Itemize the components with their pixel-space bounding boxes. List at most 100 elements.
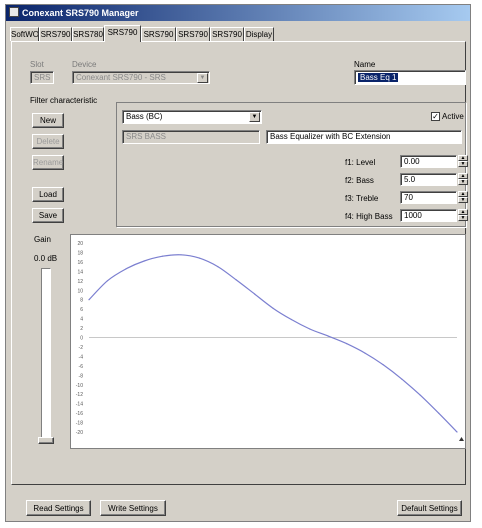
response-point — [290, 318, 292, 321]
tab-srs790-a[interactable]: SRS790 — [39, 27, 72, 41]
y-tick-label: -12 — [76, 392, 83, 398]
slot-label: Slot — [30, 60, 44, 69]
y-tick-label: 14 — [77, 269, 83, 275]
name-value: Bass Eq 1 — [358, 73, 399, 82]
tab-panel: Slot SRS Device Conexant SRS790 - SRS ▼ … — [11, 41, 468, 516]
tab-softwow[interactable]: SoftWOW — [10, 27, 39, 41]
y-tick-label: 8 — [80, 298, 83, 304]
response-point — [180, 254, 182, 256]
y-tick-label: -16 — [76, 411, 83, 417]
response-point — [401, 378, 403, 380]
load-button[interactable]: Load — [32, 187, 64, 202]
code-field: SRS BASS — [122, 130, 260, 144]
gain-slider-track[interactable] — [41, 268, 51, 443]
description-input[interactable]: Bass Equalizer with BC Extension — [266, 130, 462, 144]
response-point — [125, 268, 127, 270]
y-tick-label: -4 — [79, 354, 84, 360]
y-tick-label: 16 — [77, 260, 83, 266]
treble-stepper[interactable]: ▲ ▼ — [458, 191, 468, 204]
response-point — [419, 394, 421, 396]
read-settings-button[interactable]: Read Settings — [26, 500, 91, 516]
level-stepper[interactable]: ▲ ▼ — [458, 155, 468, 168]
param-label-level: f1: Level — [345, 158, 376, 167]
y-tick-label: -14 — [76, 402, 83, 408]
y-tick-label: -6 — [79, 364, 84, 370]
chevron-down-icon: ▼ — [197, 73, 208, 83]
name-label: Name — [354, 60, 376, 69]
param-label-bass: f2: Bass — [345, 176, 374, 185]
active-checkbox[interactable]: ✓ — [431, 112, 440, 121]
filter-type-select[interactable]: Bass (BC) ▼ — [122, 110, 262, 124]
param-label-treble: f3: Treble — [345, 194, 379, 203]
app-icon — [9, 7, 19, 17]
response-curve-series-0 — [88, 254, 458, 433]
param-input-level[interactable]: 0.00 — [400, 155, 457, 168]
response-point — [162, 255, 164, 257]
save-button[interactable]: Save — [32, 208, 64, 223]
title-bar[interactable]: Conexant SRS790 Manager — [6, 5, 470, 21]
tab-srs790-active[interactable]: SRS790 — [104, 25, 141, 42]
write-settings-button[interactable]: Write Settings — [100, 500, 166, 516]
y-tick-label: 6 — [80, 307, 83, 313]
gain-label: Gain — [34, 235, 51, 244]
y-tick-label: 4 — [80, 317, 83, 323]
response-point — [456, 431, 458, 433]
device-label: Device — [72, 60, 97, 69]
response-point — [198, 257, 200, 259]
chevron-down-icon[interactable]: ▼ — [249, 112, 260, 122]
response-point — [235, 279, 237, 281]
device-select: Conexant SRS790 - SRS ▼ — [72, 71, 210, 84]
response-point — [254, 293, 256, 295]
default-settings-button[interactable]: Default Settings — [397, 500, 462, 516]
response-point — [217, 266, 219, 268]
response-point — [309, 328, 311, 330]
response-point — [143, 260, 145, 262]
y-tick-label: 10 — [77, 288, 83, 294]
window-title: Conexant SRS790 Manager — [22, 8, 139, 18]
slot-field: SRS — [30, 71, 54, 84]
response-point — [88, 299, 90, 301]
tab-srs780[interactable]: SRS780 — [72, 27, 104, 41]
spin-down-icon[interactable]: ▼ — [458, 197, 468, 203]
tab-srs790-d[interactable]: SRS790 — [210, 27, 244, 41]
y-tick-label: -20 — [76, 430, 83, 436]
response-point — [382, 364, 384, 366]
tab-display[interactable]: Display — [244, 27, 274, 41]
spin-down-icon[interactable]: ▼ — [458, 215, 468, 221]
name-input[interactable]: Bass Eq 1 — [354, 70, 466, 85]
rename-button[interactable]: Rename — [32, 155, 64, 170]
tab-srs790-c[interactable]: SRS790 — [176, 27, 210, 41]
response-point — [272, 307, 274, 309]
response-point — [438, 412, 440, 414]
y-tick-label: -10 — [76, 383, 83, 389]
y-tick-label: 18 — [77, 250, 83, 256]
response-point — [364, 352, 366, 354]
param-input-bass[interactable]: 5.0 — [400, 173, 457, 186]
spin-down-icon[interactable]: ▼ — [458, 179, 468, 185]
response-chart: 20 18 16 14 12 10 8 6 4 2 0 -2 -4 -6 -8 -10 -12 -14 -16 -18… — [70, 234, 466, 449]
high-bass-stepper[interactable]: ▲ ▼ — [458, 209, 468, 222]
y-tick-label: -8 — [79, 373, 84, 379]
param-label-high-bass: f4: High Bass — [345, 212, 393, 221]
response-point — [346, 343, 348, 345]
gain-slider-thumb[interactable] — [38, 437, 54, 444]
delete-button[interactable]: Delete — [32, 134, 64, 149]
tab-srs790-b[interactable]: SRS790 — [141, 27, 176, 41]
y-tick-label: 0 — [80, 336, 83, 342]
response-point — [106, 280, 108, 282]
response-point — [327, 335, 329, 337]
corner-marker-icon — [459, 437, 464, 441]
param-input-high-bass[interactable]: 1000 — [400, 209, 457, 222]
y-tick-label: -18 — [76, 421, 83, 427]
filter-type-value: Bass (BC) — [126, 112, 163, 121]
param-input-treble[interactable]: 70 — [400, 191, 457, 204]
spin-down-icon[interactable]: ▼ — [458, 161, 468, 167]
gain-value: 0.0 dB — [34, 254, 58, 263]
y-tick-label: 12 — [77, 279, 83, 285]
y-tick-label: -2 — [79, 345, 84, 351]
response-chart-svg: 20181614121086420-2-4-6-8-10-12-14-16-18… — [76, 241, 464, 441]
y-tick-label: 2 — [80, 326, 83, 332]
new-button[interactable]: New — [32, 113, 64, 128]
bass-stepper[interactable]: ▲ ▼ — [458, 173, 468, 186]
device-value: Conexant SRS790 - SRS — [76, 73, 166, 82]
